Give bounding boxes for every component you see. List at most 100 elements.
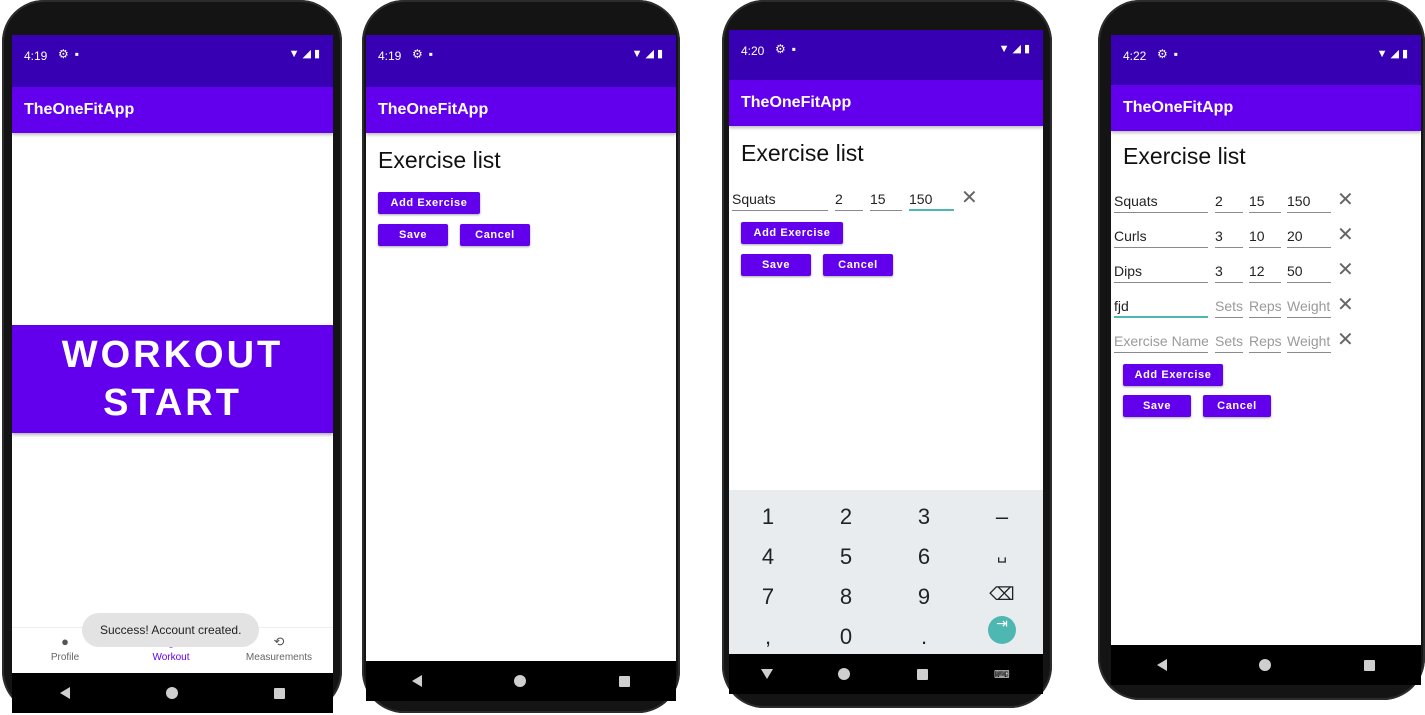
next-field-icon[interactable]: ⇥	[988, 616, 1016, 644]
status-settings-icon: ⚙▪	[412, 47, 440, 61]
weight-field[interactable]: 20	[1287, 224, 1331, 248]
close-icon[interactable]: ✕	[1337, 259, 1354, 279]
status-bar: 4:20 ⚙▪ ▼◢▮	[729, 30, 1043, 82]
page-title: Exercise list	[1123, 143, 1246, 169]
back-icon[interactable]	[60, 687, 70, 699]
app-title: TheOneFitApp	[741, 94, 852, 111]
weight-field[interactable]: Weight	[1287, 329, 1331, 353]
system-nav-bar	[1111, 645, 1421, 685]
save-button[interactable]: Save	[741, 254, 811, 276]
status-bar: 4:22 ⚙▪ ▼◢▮	[1111, 35, 1421, 87]
toast-text: Success! Account created.	[100, 623, 242, 637]
save-button[interactable]: Save	[1123, 395, 1191, 417]
reps-field[interactable]: 12	[1249, 259, 1281, 283]
cancel-button[interactable]: Cancel	[460, 224, 530, 246]
screen-1: 4:19 ⚙▪ ▼◢▮ TheOneFitApp WORKOUT START ●…	[12, 35, 333, 673]
key-8[interactable]: 8	[816, 584, 876, 610]
status-time: 4:19	[378, 49, 402, 63]
weight-field[interactable]: 150	[909, 187, 954, 211]
status-settings-icon: ⚙▪	[1157, 47, 1185, 61]
home-icon[interactable]	[166, 687, 178, 699]
screen-4: 4:22 ⚙▪ ▼◢▮ TheOneFitApp Exercise list S…	[1111, 35, 1421, 645]
signal-battery-icon: ▼◢▮	[631, 48, 666, 60]
key-comma[interactable]: ,	[738, 624, 798, 650]
key-3[interactable]: 3	[894, 504, 954, 530]
sets-field[interactable]: 2	[1215, 189, 1243, 213]
key-space[interactable]: ␣	[972, 544, 1032, 564]
status-settings-icon: ⚙▪	[775, 42, 803, 56]
key-0[interactable]: 0	[816, 624, 876, 650]
signal-battery-icon: ▼◢▮	[288, 48, 323, 60]
close-icon[interactable]: ✕	[1337, 294, 1354, 314]
back-icon[interactable]	[1157, 659, 1168, 671]
key-minus[interactable]: –	[972, 504, 1032, 530]
home-icon[interactable]	[1259, 659, 1272, 671]
sets-field[interactable]: 2	[835, 187, 863, 211]
exercise-name-field[interactable]: Squats	[1114, 189, 1208, 213]
sets-field[interactable]: 3	[1215, 259, 1243, 283]
app-bar: TheOneFitApp	[12, 87, 333, 133]
key-7[interactable]: 7	[738, 584, 798, 610]
back-icon[interactable]	[412, 675, 423, 687]
reps-field[interactable]: Reps	[1249, 294, 1281, 318]
phone-2: 4:19 ⚙▪ ▼◢▮ TheOneFitApp Exercise list A…	[362, 0, 680, 713]
workout-start-button[interactable]: WORKOUT START	[12, 325, 333, 433]
nav-measurements-label: Measurements	[245, 652, 313, 663]
key-2[interactable]: 2	[816, 504, 876, 530]
close-icon[interactable]: ✕	[1337, 224, 1354, 244]
key-4[interactable]: 4	[738, 544, 798, 570]
workout-start-label: WORKOUT START	[61, 334, 284, 424]
system-nav-bar	[366, 661, 676, 701]
key-9[interactable]: 9	[894, 584, 954, 610]
home-icon[interactable]	[514, 675, 527, 687]
backspace-key[interactable]: ⌫	[972, 584, 1032, 605]
status-settings-icon: ⚙▪	[58, 47, 86, 61]
sets-field[interactable]: 3	[1215, 224, 1243, 248]
status-time: 4:20	[741, 44, 765, 58]
close-icon[interactable]: ✕	[1337, 329, 1354, 349]
home-icon[interactable]	[838, 668, 851, 680]
phone-3: 4:20 ⚙▪ ▼◢▮ TheOneFitApp Exercise list S…	[722, 0, 1052, 708]
sets-field[interactable]: Sets	[1215, 329, 1243, 353]
save-button[interactable]: Save	[378, 224, 448, 246]
exercise-name-field[interactable]: Squats	[732, 187, 828, 211]
key-5[interactable]: 5	[816, 544, 876, 570]
exercise-name-field[interactable]: Curls	[1114, 224, 1208, 248]
close-icon[interactable]: ✕	[1337, 189, 1354, 209]
reps-field[interactable]: 15	[1249, 189, 1281, 213]
weight-field[interactable]: 50	[1287, 259, 1331, 283]
reps-field[interactable]: 10	[1249, 224, 1281, 248]
screen-3: 4:20 ⚙▪ ▼◢▮ TheOneFitApp Exercise list S…	[729, 30, 1043, 654]
weight-field[interactable]: Weight	[1287, 294, 1331, 318]
signal-battery-icon: ▼◢▮	[998, 43, 1033, 55]
recents-icon[interactable]	[916, 668, 928, 680]
weight-field[interactable]: 150	[1287, 189, 1331, 213]
cancel-button[interactable]: Cancel	[1203, 395, 1271, 417]
back-icon[interactable]	[761, 669, 774, 679]
add-exercise-button[interactable]: Add Exercise	[378, 192, 480, 214]
keyboard-switch-icon[interactable]: ⌨	[994, 668, 1010, 681]
key-1[interactable]: 1	[738, 504, 798, 530]
stage: 4:19 ⚙▪ ▼◢▮ TheOneFitApp WORKOUT START ●…	[0, 0, 1425, 715]
exercise-name-field[interactable]: Exercise Name	[1114, 329, 1208, 353]
close-icon[interactable]: ✕	[961, 187, 978, 207]
exercise-name-field[interactable]: fjd	[1114, 294, 1208, 318]
reps-field[interactable]: 15	[870, 187, 902, 211]
phone-1: 4:19 ⚙▪ ▼◢▮ TheOneFitApp WORKOUT START ●…	[2, 0, 342, 713]
add-exercise-button[interactable]: Add Exercise	[741, 222, 843, 244]
system-nav-bar	[12, 673, 333, 713]
status-time: 4:19	[24, 49, 48, 63]
page-title: Exercise list	[741, 140, 864, 166]
add-exercise-button[interactable]: Add Exercise	[1123, 364, 1223, 386]
exercise-name-field[interactable]: Dips	[1114, 259, 1208, 283]
recents-icon[interactable]	[618, 675, 630, 687]
key-6[interactable]: 6	[894, 544, 954, 570]
status-bar: 4:19 ⚙▪ ▼◢▮	[12, 35, 333, 87]
recents-icon[interactable]	[274, 687, 285, 699]
recents-icon[interactable]	[1363, 659, 1375, 671]
reps-field[interactable]: Reps	[1249, 329, 1281, 353]
cancel-button[interactable]: Cancel	[823, 254, 893, 276]
key-period[interactable]: .	[894, 624, 954, 650]
app-bar: TheOneFitApp	[729, 80, 1043, 126]
sets-field[interactable]: Sets	[1215, 294, 1243, 318]
